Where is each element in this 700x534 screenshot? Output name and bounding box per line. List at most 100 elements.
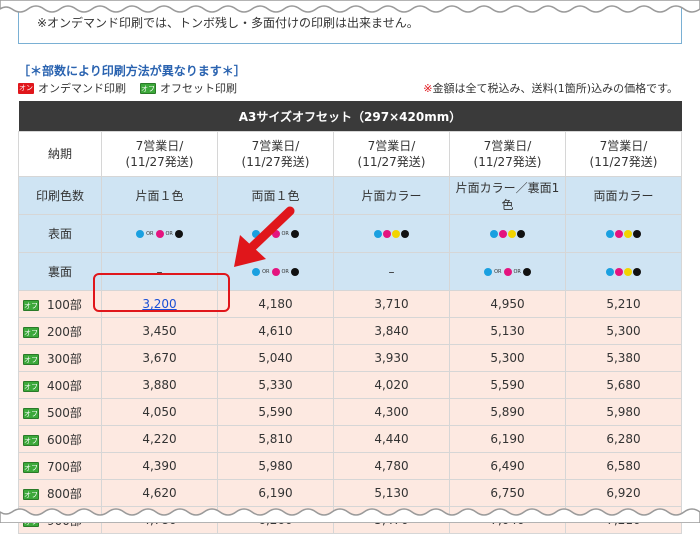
price-cell[interactable]: 6,190 (449, 425, 566, 453)
front-ink-cell (449, 214, 566, 253)
price-cell[interactable]: 5,330 (217, 371, 334, 399)
price-note: ※金額は全て税込み、送料(1箇所)込みの価格です。 (423, 80, 678, 96)
print-color-row: 印刷色数 片面１色 両面１色 片面カラー 片面カラー／裏面1色 両面カラー (18, 176, 682, 215)
price-cell[interactable]: 4,390 (101, 452, 218, 480)
legend: オン オンデマンド印刷 オフ オフセット印刷 (18, 80, 237, 96)
price-cell[interactable]: 4,300 (333, 398, 450, 426)
cmyk-icon (490, 229, 525, 238)
back-ink-cell: OR OR (449, 252, 566, 291)
section-subheading: ［＊部数により印刷方法が異なります＊］ (18, 64, 246, 78)
price-cell[interactable]: 5,040 (217, 344, 334, 372)
front-ink-cell (565, 214, 682, 253)
qty-cell: オフ 400部 (18, 371, 102, 399)
delivery-cell: 7営業日/(11/27発送) (565, 131, 682, 177)
print-color-cell: 片面カラー／裏面1色 (449, 176, 566, 215)
delivery-cell: 7営業日/(11/27発送) (217, 131, 334, 177)
torn-edge-bottom (0, 508, 700, 523)
pointer-arrow-icon (234, 206, 295, 267)
print-color-label: 印刷色数 (18, 176, 102, 215)
price-cell[interactable]: 3,880 (101, 371, 218, 399)
front-ink-cell: OR OR (101, 214, 218, 253)
offset-badge-icon: オフ (23, 326, 39, 338)
price-note-mark: ※ (423, 82, 433, 95)
table-row: オフ 600部 4,220 5,810 4,440 6,190 6,280 (18, 425, 682, 453)
price-cell[interactable]: 6,580 (565, 452, 682, 480)
offset-badge-icon: オフ (23, 434, 39, 446)
price-note-text: 金額は全て税込み、送料(1箇所)込みの価格です。 (432, 82, 678, 95)
price-cell[interactable]: 5,810 (217, 425, 334, 453)
price-cell[interactable]: 4,220 (101, 425, 218, 453)
table-title: A3サイズオフセット（297×420mm） (18, 101, 682, 132)
cmyk-icon (606, 267, 641, 276)
qty-label: 600部 (47, 432, 82, 447)
price-cell[interactable]: 4,440 (333, 425, 450, 453)
table-row: オフ 300部 3,670 5,040 3,930 5,300 5,380 (18, 344, 682, 372)
back-label: 裏面 (18, 252, 102, 291)
cmyk-icon (606, 229, 641, 238)
price-cell[interactable]: 3,930 (333, 344, 450, 372)
delivery-cell: 7営業日/(11/27発送) (333, 131, 450, 177)
offset-badge-icon: オフ (140, 82, 156, 94)
price-cell[interactable]: 5,590 (217, 398, 334, 426)
price-cell[interactable]: 5,980 (217, 452, 334, 480)
front-row: 表面 OR OR OR OR (18, 214, 682, 253)
ondemand-badge-icon: オン (18, 82, 34, 94)
price-cell[interactable]: 3,670 (101, 344, 218, 372)
qty-cell: オフ 700部 (18, 452, 102, 480)
price-cell[interactable]: 5,680 (565, 371, 682, 399)
table-row: オフ 700部 4,390 5,980 4,780 6,490 6,580 (18, 452, 682, 480)
delivery-row: 納期 7営業日/(11/27発送) 7営業日/(11/27発送) 7営業日/(1… (18, 131, 682, 177)
delivery-cell: 7営業日/(11/27発送) (101, 131, 218, 177)
offset-badge-icon: オフ (23, 461, 39, 473)
cmyk-icon (374, 229, 409, 238)
highlight-box (93, 273, 230, 312)
price-cell[interactable]: 6,280 (565, 425, 682, 453)
table-row: オフ 200部 3,450 4,610 3,840 5,130 5,300 (18, 317, 682, 345)
price-cell[interactable]: 3,710 (333, 290, 450, 318)
price-cell[interactable]: 6,490 (449, 452, 566, 480)
price-cell[interactable]: 4,950 (449, 290, 566, 318)
offset-label: オフセット印刷 (160, 82, 237, 95)
price-cell[interactable]: 4,610 (217, 317, 334, 345)
qty-cell: オフ 100部 (18, 290, 102, 318)
qty-cell: オフ 500部 (18, 398, 102, 426)
price-cell[interactable]: 5,300 (565, 317, 682, 345)
offset-badge-icon: オフ (23, 488, 39, 500)
qty-cell: オフ 600部 (18, 425, 102, 453)
qty-cell: オフ 300部 (18, 344, 102, 372)
qty-label: 300部 (47, 351, 82, 366)
offset-badge-icon: オフ (23, 299, 39, 311)
delivery-label: 納期 (18, 131, 102, 177)
price-cell[interactable]: 5,300 (449, 344, 566, 372)
price-cell[interactable]: 4,050 (101, 398, 218, 426)
price-cell[interactable]: 3,840 (333, 317, 450, 345)
offset-badge-icon: オフ (23, 380, 39, 392)
price-cell[interactable]: 4,020 (333, 371, 450, 399)
price-cell[interactable]: 5,380 (565, 344, 682, 372)
ondemand-label: オンデマンド印刷 (38, 82, 126, 95)
price-cell[interactable]: 4,780 (333, 452, 450, 480)
delivery-cell: 7営業日/(11/27発送) (449, 131, 566, 177)
ink-or-icon: OR OR (484, 267, 531, 276)
price-cell[interactable]: 4,180 (217, 290, 334, 318)
price-cell[interactable]: 5,980 (565, 398, 682, 426)
qty-label: 200部 (47, 324, 82, 339)
price-cell[interactable]: 5,130 (449, 317, 566, 345)
back-ink-cell (565, 252, 682, 291)
qty-label: 700部 (47, 459, 82, 474)
print-color-cell: 両面カラー (565, 176, 682, 215)
price-cell[interactable]: 5,890 (449, 398, 566, 426)
price-cell[interactable]: 3,450 (101, 317, 218, 345)
price-cell[interactable]: 5,210 (565, 290, 682, 318)
torn-edge-top (0, 0, 700, 13)
table-row: オフ 500部 4,050 5,590 4,300 5,890 5,980 (18, 398, 682, 426)
price-rows: オフ 100部 3,200 4,180 3,710 4,950 5,210 オフ 200部 3,4… (18, 290, 682, 534)
price-table: A3サイズオフセット（297×420mm） 納期 7営業日/(11/27発送) … (18, 101, 682, 534)
qty-label: 800部 (47, 486, 82, 501)
qty-cell: オフ 200部 (18, 317, 102, 345)
table-row: オフ 400部 3,880 5,330 4,020 5,590 5,680 (18, 371, 682, 399)
offset-badge-icon: オフ (23, 407, 39, 419)
offset-badge-icon: オフ (23, 353, 39, 365)
price-cell[interactable]: 5,590 (449, 371, 566, 399)
print-color-cell: 片面カラー (333, 176, 450, 215)
